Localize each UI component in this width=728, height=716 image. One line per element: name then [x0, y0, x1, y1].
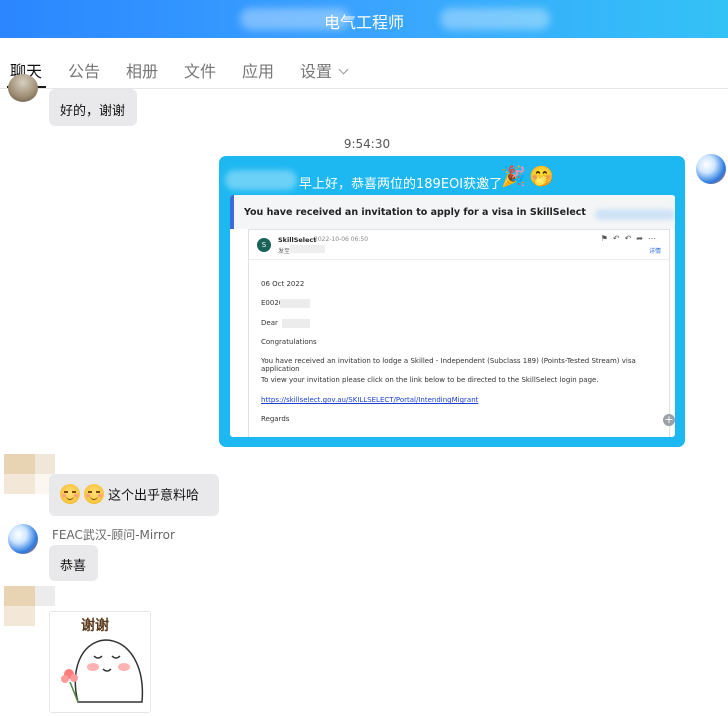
tab-settings-label: 设置	[300, 62, 333, 81]
email-line: Dear	[261, 319, 278, 327]
recipient-redaction	[290, 245, 325, 253]
email-action-icons: ⚑↶↶➦⋯	[600, 234, 661, 243]
email-subject: You have received an invitation to apply…	[244, 207, 586, 218]
smiling-face-icon	[60, 484, 80, 504]
sticker-image[interactable]: 谢谢	[49, 611, 151, 713]
email-screenshot-image[interactable]: You have received an invitation to apply…	[230, 195, 675, 437]
tab-album[interactable]: 相册	[126, 58, 158, 82]
redaction	[282, 319, 310, 328]
email-details-link: 详情	[648, 248, 661, 255]
subject-redaction	[595, 209, 675, 220]
email-body: S SkillSelect 2022-10-06 06:50 发至 ⚑↶↶➦⋯ …	[248, 229, 670, 437]
email-line: You have received an invitation to lodge…	[261, 357, 636, 373]
email-line: Congratulations	[261, 338, 317, 346]
sender-name: FEAC武汉-顾问-Mirror	[52, 528, 175, 542]
sender-icon: S	[257, 238, 271, 252]
happy-face-icon: 🤭	[529, 164, 554, 188]
smiling-face-icon	[84, 484, 104, 504]
message-text: 好的，谢谢	[60, 104, 126, 119]
tab-settings[interactable]: 设置	[300, 58, 349, 82]
divider	[249, 259, 669, 260]
group-tabs: 聊天 公告 相册 文件 应用 设置	[0, 38, 728, 89]
zoom-in-icon[interactable]: +	[663, 414, 675, 426]
message-bubble: 好的，谢谢	[49, 89, 137, 126]
tab-apps[interactable]: 应用	[242, 58, 274, 82]
tab-files[interactable]: 文件	[184, 58, 216, 82]
self-message-bubble: 早上好，恭喜两位的189EOI获邀了 🎉 🤭 You have received…	[219, 156, 685, 447]
email-subject-bar: You have received an invitation to apply…	[230, 195, 675, 229]
avatar[interactable]	[8, 74, 38, 102]
window-title: 电气工程师	[323, 13, 404, 32]
email-date: 2022-10-06 06:50	[314, 236, 369, 243]
email-sender: SkillSelect	[278, 236, 317, 244]
message-text: 恭喜	[60, 559, 87, 574]
message-bubble: 这个出乎意料哈	[49, 474, 219, 516]
email-line: Regards	[261, 415, 290, 423]
avatar[interactable]	[8, 524, 38, 554]
tab-announcements[interactable]: 公告	[68, 58, 100, 82]
chevron-down-icon	[338, 64, 349, 75]
message-timestamp: 9:54:30	[343, 137, 391, 151]
redaction	[280, 299, 310, 308]
text-redaction	[225, 170, 297, 190]
message-text: 这个出乎意料哈	[108, 488, 200, 504]
smiling-blob-icon	[61, 639, 144, 703]
message-bubble: 恭喜	[49, 545, 98, 581]
email-link: https://skillselect.gov.au/SKILLSELECT/P…	[261, 396, 479, 404]
window-titlebar: 电气工程师	[0, 0, 728, 38]
party-popper-icon: 🎉	[501, 164, 526, 188]
email-to-label: 发至	[278, 248, 291, 255]
self-avatar[interactable]	[696, 154, 726, 184]
email-line: To view your invitation please click on …	[261, 376, 599, 384]
email-line: 06 Oct 2022	[261, 280, 305, 288]
message-content: 这个出乎意料哈	[60, 484, 199, 504]
message-text: 早上好，恭喜两位的189EOI获邀了	[299, 177, 503, 192]
